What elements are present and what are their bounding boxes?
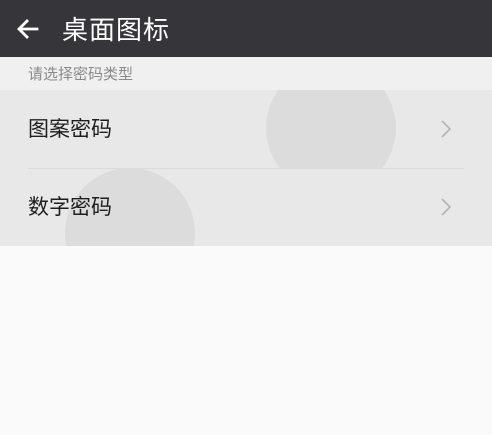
password-type-list: 图案密码 数字密码 [0,90,492,246]
back-button[interactable] [14,15,42,43]
section-header: 请选择密码类型 [0,57,492,90]
app-bar: 桌面图标 [0,0,492,57]
chevron-right-icon [441,198,452,216]
arrow-left-icon [17,18,39,39]
chevron-right-icon [441,120,452,138]
page-title: 桌面图标 [62,16,171,46]
list-item-label: 数字密码 [28,195,112,219]
ripple-effect [266,90,396,168]
list-item-label: 图案密码 [28,117,112,141]
list-item-pattern-password[interactable]: 图案密码 [0,90,492,168]
list-item-digit-password[interactable]: 数字密码 [0,168,492,246]
